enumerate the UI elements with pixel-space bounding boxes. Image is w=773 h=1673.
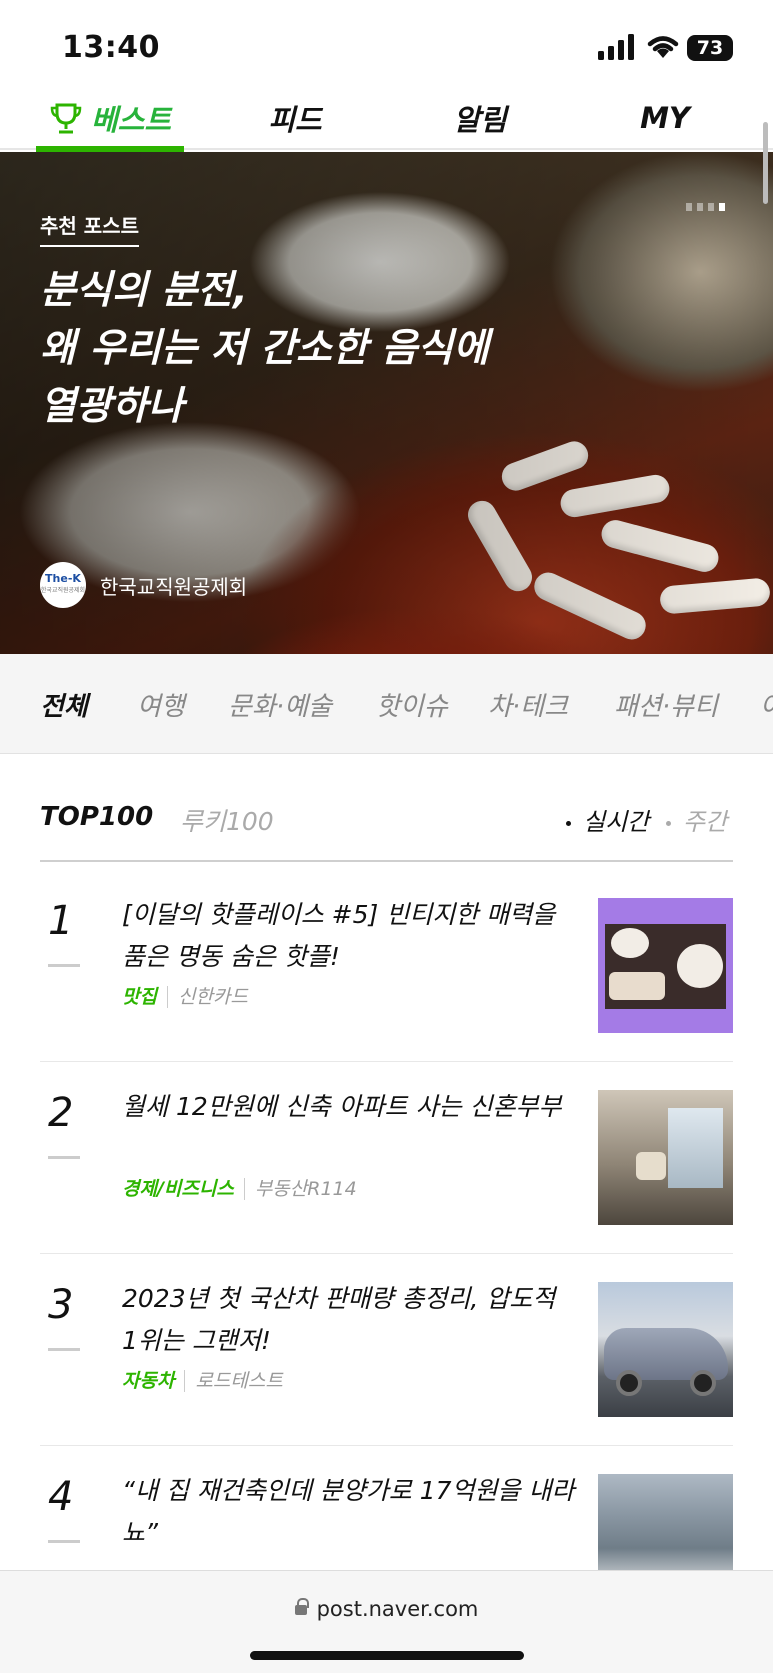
battery-icon: 73 (687, 35, 733, 61)
post-source: 로드테스트 (184, 1370, 283, 1392)
rank-number: 4 (48, 1474, 81, 1543)
post-title: 월세 12만원에 신축 아파트 사는 신혼부부 (122, 1092, 562, 1121)
plate-shape (611, 928, 649, 958)
browser-address-bar: post.naver.com (0, 1570, 773, 1673)
ranking-item[interactable]: 2 월세 12만원에 신축 아파트 사는 신혼부부 경제/비즈니스 부동산R114 (40, 1062, 733, 1254)
hero-author[interactable]: The-K 한국교직원공제회 한국교직원공제회 (40, 562, 247, 608)
status-time: 13:40 (62, 30, 160, 65)
tab-rookie100[interactable]: 루키100 (180, 802, 274, 838)
hero-title-line: 열광하나 (40, 384, 184, 429)
post-thumbnail (598, 898, 733, 1033)
tab-my[interactable]: MY (610, 86, 720, 150)
page-dot (708, 203, 714, 211)
post-source: 부동산R114 (243, 1178, 357, 1200)
post-thumbnail (598, 1090, 733, 1225)
hero-page-indicator (686, 203, 725, 211)
thumbnail-wheel-shape (616, 1370, 642, 1396)
category-next[interactable]: 여 (760, 686, 773, 723)
tab-feed[interactable]: 피드 (240, 86, 350, 150)
lock-icon (294, 1598, 309, 1617)
filter-weekly[interactable]: 주간 (666, 802, 727, 837)
tab-notifications[interactable]: 알림 (425, 86, 535, 150)
page-dot-active (719, 203, 725, 211)
rank-number: 1 (48, 898, 81, 967)
post-title: 2023년 첫 국산차 판매량 총정리, 압도적 1위는 그랜저! (122, 1284, 556, 1355)
trophy-icon (50, 103, 82, 134)
filter-realtime-label: 실시간 (583, 808, 650, 836)
wifi-icon (647, 36, 679, 58)
post-category: 경제/비즈니스 (122, 1178, 234, 1200)
plate-shape (677, 944, 723, 988)
category-car-tech[interactable]: 차·테크 (488, 686, 568, 723)
category-hot-issue[interactable]: 핫이슈 (376, 686, 448, 723)
post-category: 맛집 (122, 986, 157, 1008)
category-culture-art[interactable]: 문화·예술 (228, 686, 332, 723)
filter-realtime[interactable]: 실시간 (566, 802, 649, 837)
post-source: 신한카드 (166, 986, 248, 1008)
bullet-icon (566, 820, 571, 826)
scrollbar[interactable] (763, 122, 768, 204)
plate-shape (609, 972, 665, 1000)
post-meta: 맛집 신한카드 (122, 982, 248, 1009)
cellular-signal-icon (598, 34, 634, 60)
author-name: 한국교직원공제회 (100, 574, 248, 599)
thumbnail-chair-shape (636, 1152, 666, 1180)
category-all[interactable]: 전체 (40, 686, 88, 723)
thumbnail-window-shape (668, 1108, 723, 1188)
hero-title-line: 분식의 분전, (40, 268, 248, 313)
hero-banner[interactable]: 추천 포스트 분식의 분전, 왜 우리는 저 간소한 음식에 열광하나 The-… (0, 152, 773, 654)
rank-number: 2 (48, 1090, 81, 1159)
hero-title-line: 왜 우리는 저 간소한 음식에 (40, 326, 489, 371)
category-fashion-beauty[interactable]: 패션·뷰티 (614, 686, 718, 723)
author-avatar: The-K 한국교직원공제회 (40, 562, 86, 608)
top-tab-bar: 베스트 피드 알림 MY (0, 86, 773, 152)
category-tab-bar: 전체 여행 문화·예술 핫이슈 차·테크 패션·뷰티 여 (0, 654, 773, 754)
page-dot (697, 203, 703, 211)
hero-label: 추천 포스트 (40, 210, 139, 247)
filter-weekly-label: 주간 (683, 808, 728, 836)
post-category: 자동차 (122, 1370, 175, 1392)
thumbnail-wheel-shape (690, 1370, 716, 1396)
thumbnail-photo (605, 924, 726, 1009)
home-indicator[interactable] (250, 1651, 524, 1660)
avatar-logo-text: The-K (45, 572, 81, 585)
post-thumbnail (598, 1282, 733, 1417)
category-travel[interactable]: 여행 (137, 686, 185, 723)
page-dot (686, 203, 692, 211)
tab-top100[interactable]: TOP100 (40, 802, 153, 832)
bullet-icon (666, 820, 671, 826)
rank-number: 3 (48, 1282, 81, 1351)
hero-title: 분식의 분전, 왜 우리는 저 간소한 음식에 열광하나 (40, 262, 600, 436)
ranking-header: TOP100 루키100 실시간 주간 (40, 800, 733, 862)
post-title: “내 집 재건축인데 분양가로 17억원을 내라뇨” (122, 1476, 575, 1547)
tab-best[interactable]: 베스트 (36, 86, 184, 152)
url-text: post.naver.com (316, 1597, 479, 1621)
url-display[interactable]: post.naver.com (0, 1597, 773, 1621)
status-bar: 13:40 73 (0, 0, 773, 86)
post-title: [이달의 핫플레이스 #5] 빈티지한 매력을 품은 명동 숨은 핫플! (122, 900, 556, 971)
post-meta: 자동차 로드테스트 (122, 1366, 283, 1393)
avatar-logo-subtext: 한국교직원공제회 (40, 587, 86, 594)
ranking-item[interactable]: 3 2023년 첫 국산차 판매량 총정리, 압도적 1위는 그랜저! 자동차 로… (40, 1254, 733, 1446)
ranking-item[interactable]: 1 [이달의 핫플레이스 #5] 빈티지한 매력을 품은 명동 숨은 핫플! 맛… (40, 870, 733, 1062)
tab-best-label: 베스트 (90, 103, 172, 137)
post-meta: 경제/비즈니스 부동산R114 (122, 1174, 357, 1201)
